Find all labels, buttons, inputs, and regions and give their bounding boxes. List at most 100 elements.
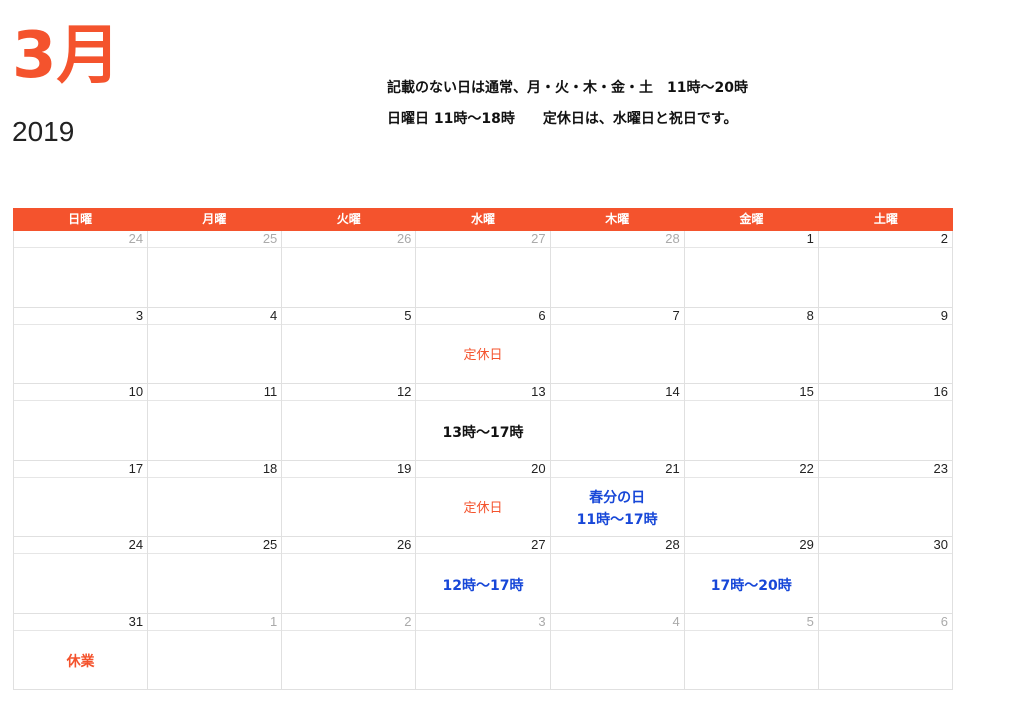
- day-number: 18: [148, 461, 282, 478]
- day-number: 20: [416, 461, 550, 478]
- day-cell: 5: [684, 613, 819, 690]
- day-cell: 15: [684, 384, 819, 461]
- day-number: 26: [282, 231, 416, 248]
- day-number: 11: [148, 384, 282, 401]
- day-number: 30: [818, 537, 952, 554]
- day-number: 26: [282, 537, 416, 554]
- weekday-sat: 土曜: [873, 212, 898, 226]
- day-cell: 7: [550, 307, 685, 384]
- day-number: 25: [148, 231, 282, 248]
- day-cell: 29 17時〜20時: [684, 537, 819, 614]
- day-number: 4: [148, 308, 282, 325]
- day-note-line: 13時〜17時: [442, 424, 524, 441]
- day-cell: 27: [416, 231, 551, 308]
- weekday-wed: 水曜: [470, 212, 495, 226]
- day-cell: 12: [282, 384, 417, 461]
- day-cell: 16: [818, 384, 953, 461]
- day-number: 28: [550, 231, 684, 248]
- notes-line-sunday-closed: 日曜日 11時〜18時 定休日は、水曜日と祝日です。: [387, 111, 738, 127]
- day-cell: 11: [148, 384, 283, 461]
- day-cell: 13 13時〜17時: [416, 384, 551, 461]
- day-cell: 22: [684, 460, 819, 537]
- day-number: 25: [148, 537, 282, 554]
- day-cell: 27 12時〜17時: [416, 537, 551, 614]
- day-number: 12: [282, 384, 416, 401]
- day-number: 21: [550, 461, 684, 478]
- day-number: 15: [684, 384, 818, 401]
- day-cell: 4: [550, 613, 685, 690]
- day-number: 29: [684, 537, 818, 554]
- day-cell: 5: [282, 307, 417, 384]
- day-number: 4: [550, 614, 684, 631]
- day-cell: 26: [282, 537, 417, 614]
- day-number: 6: [818, 614, 952, 631]
- day-cell: 4: [148, 307, 283, 384]
- day-number: 24: [14, 231, 148, 248]
- notes-line-regular-hours: 記載のない日は通常、月・火・木・金・土 11時〜20時: [387, 80, 748, 96]
- day-number: 6: [416, 308, 550, 325]
- day-number: 1: [148, 614, 282, 631]
- day-note: 12時〜17時: [416, 559, 549, 613]
- day-number: 22: [684, 461, 818, 478]
- day-cell: 24: [14, 231, 149, 308]
- day-cell: 28: [550, 231, 685, 308]
- weekday-fri: 金曜: [739, 212, 764, 226]
- day-cell: 3: [416, 613, 551, 690]
- day-note: 17時〜20時: [685, 559, 818, 613]
- day-number: 17: [14, 461, 148, 478]
- day-note-line: 17時〜20時: [710, 577, 792, 594]
- day-note: 定休日: [416, 330, 549, 384]
- day-number: 3: [416, 614, 550, 631]
- day-cell: 2: [282, 613, 417, 690]
- day-cell: 1: [684, 231, 819, 308]
- day-number: 2: [818, 231, 952, 248]
- day-note-line: 定休日: [463, 501, 503, 517]
- day-note: 春分の日 11時〜17時: [551, 483, 684, 537]
- weekday-tue: 火曜: [336, 212, 361, 226]
- day-note-line: 11時〜17時: [576, 512, 658, 529]
- day-note-line: 春分の日: [589, 490, 646, 507]
- day-cell: 24: [14, 537, 149, 614]
- day-cell: 3: [14, 307, 149, 384]
- day-number: 23: [818, 461, 952, 478]
- day-number: 10: [14, 384, 148, 401]
- day-number: 9: [818, 308, 952, 325]
- day-number: 1: [684, 231, 818, 248]
- month-title: 3月: [12, 19, 121, 93]
- year-label: 2019: [12, 116, 75, 147]
- day-note-line: 定休日: [463, 348, 503, 364]
- day-number: 5: [282, 308, 416, 325]
- day-cell: 26: [282, 231, 417, 308]
- day-number: 5: [684, 614, 818, 631]
- day-cell: 14: [550, 384, 685, 461]
- day-cell: 6: [818, 613, 953, 690]
- day-number: 2: [282, 614, 416, 631]
- day-number: 19: [282, 461, 416, 478]
- day-cell: 31 休業: [14, 613, 149, 690]
- day-cell: 6 定休日: [416, 307, 551, 384]
- day-note: 休業: [14, 636, 147, 690]
- day-number: 27: [416, 231, 550, 248]
- day-cell: 10: [14, 384, 149, 461]
- day-note-line: 休業: [66, 654, 95, 671]
- day-number: 13: [416, 384, 550, 401]
- day-cell: 25: [148, 231, 283, 308]
- day-note: 定休日: [416, 483, 549, 537]
- day-cell: 28: [550, 537, 685, 614]
- day-number: 24: [14, 537, 148, 554]
- day-number: 28: [550, 537, 684, 554]
- day-cell: 8: [684, 307, 819, 384]
- calendar-grid: 24 25 26 27 28 1 2 3 4 5 6 定休日 7 8 9 10 11 12 13 13時〜17時 14 1…: [13, 231, 953, 690]
- day-number: 7: [550, 308, 684, 325]
- day-cell: 21 春分の日 11時〜17時: [550, 460, 685, 537]
- day-cell: 30: [818, 537, 953, 614]
- weekday-sun: 日曜: [68, 212, 93, 226]
- day-cell: 9: [818, 307, 953, 384]
- day-cell: 25: [148, 537, 283, 614]
- day-number: 8: [684, 308, 818, 325]
- business-hours-notes: 記載のない日は通常、月・火・木・金・土 11時〜20時 日曜日 11時〜18時 …: [387, 78, 748, 140]
- day-cell: 17: [14, 460, 149, 537]
- day-note: 13時〜17時: [416, 406, 549, 460]
- day-cell: 20 定休日: [416, 460, 551, 537]
- day-number: 16: [818, 384, 952, 401]
